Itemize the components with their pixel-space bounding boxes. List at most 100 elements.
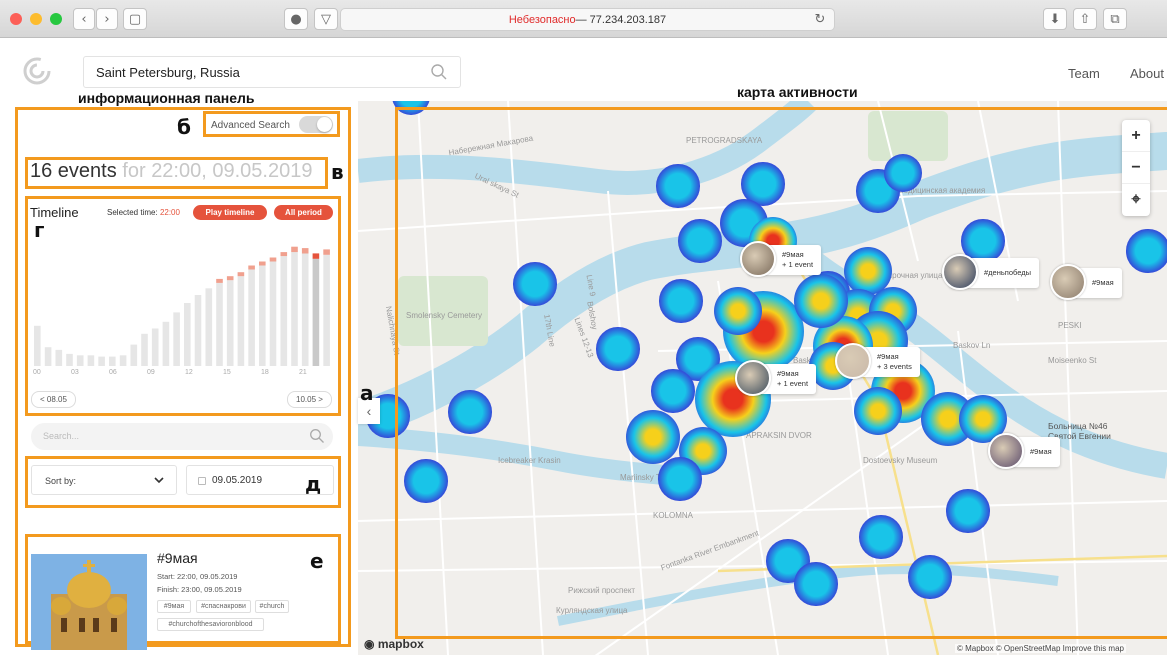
play-timeline-button[interactable]: Play timeline <box>193 205 267 220</box>
timeline-bar[interactable] <box>173 312 180 366</box>
reload-icon[interactable]: ↻ <box>810 8 830 30</box>
timeline-bar[interactable] <box>34 325 41 366</box>
annotation-d: д <box>305 472 322 496</box>
date-checkbox[interactable] <box>198 477 206 485</box>
insecure-warning: Небезопасно <box>508 13 576 26</box>
city-search-value: Saint Petersburg, Russia <box>96 65 240 80</box>
event-tag-chip[interactable]: #9мая <box>157 600 191 613</box>
timeline-bar[interactable] <box>184 303 191 366</box>
timeline-bar-highlight <box>301 248 309 254</box>
timeline-bar[interactable] <box>248 269 255 367</box>
timeline-bar[interactable] <box>109 356 116 366</box>
event-thumbnail[interactable] <box>31 554 147 650</box>
timeline-bar[interactable] <box>151 328 159 367</box>
download-icon[interactable]: ⬇ <box>1043 8 1067 30</box>
timeline-bar[interactable] <box>237 276 245 366</box>
share-icon[interactable]: ⇧ <box>1073 8 1097 30</box>
annotation-b: б <box>177 115 191 139</box>
timeline-bar[interactable] <box>216 282 223 366</box>
timeline-hour-label: 00 <box>33 369 41 376</box>
prev-day-button[interactable]: < 08.05 <box>31 391 76 408</box>
minimize-window-icon[interactable] <box>30 13 42 25</box>
timeline-bar[interactable] <box>44 347 52 366</box>
next-day-button[interactable]: 10.05 > <box>287 391 332 408</box>
timeline-bar[interactable] <box>194 295 202 366</box>
zoom-controls: + − ⌖ <box>1122 120 1150 216</box>
city-search-input[interactable]: Saint Petersburg, Russia <box>83 56 461 88</box>
timeline-bar[interactable] <box>98 356 105 366</box>
mapbox-logo[interactable]: ◉ mapbox <box>364 637 424 651</box>
events-time: for 22:00, 09.05.2019 <box>116 160 313 182</box>
locate-icon[interactable]: ⌖ <box>1122 184 1150 216</box>
timeline-bar[interactable] <box>162 321 170 366</box>
browser-toolbar: ‹ › ▢ ● ▽ Небезопасно — 77.234.203.187 ↻… <box>0 0 1167 38</box>
timeline-bar[interactable] <box>119 355 127 366</box>
timeline-bar[interactable] <box>130 344 138 366</box>
timeline-bar-highlight <box>216 278 223 283</box>
timeline-hour-label: 21 <box>299 369 307 376</box>
app-logo-icon[interactable] <box>22 56 52 86</box>
all-period-button[interactable]: All period <box>274 205 333 220</box>
timeline-bar[interactable] <box>312 258 320 366</box>
timeline-bar-highlight <box>280 252 288 257</box>
timeline-bar-highlight <box>312 253 320 259</box>
search-icon[interactable] <box>309 428 325 444</box>
advanced-search-label: Advanced Search <box>211 120 290 131</box>
shield-icon[interactable]: ▽ <box>314 8 338 30</box>
chevron-down-icon <box>154 477 164 484</box>
event-search-input[interactable]: Search... <box>31 423 333 450</box>
timeline-bar[interactable] <box>76 355 84 366</box>
annotation-a: а <box>360 381 374 405</box>
timeline-bar[interactable] <box>323 254 330 366</box>
selected-time: Selected time: 22:00 <box>107 208 180 217</box>
selected-time-label: Selected time: <box>107 208 158 217</box>
timeline-bar[interactable] <box>280 256 288 366</box>
panel-annotation-title: информационная панель <box>78 90 255 106</box>
timeline-hour-label: 09 <box>147 369 155 376</box>
nav-about-link[interactable]: About <box>1130 66 1164 81</box>
zoom-out-button[interactable]: − <box>1122 152 1150 184</box>
event-start: Start: 22:00, 09.05.2019 <box>157 572 238 581</box>
timeline-bar[interactable] <box>66 353 73 366</box>
nav-team-link[interactable]: Team <box>1068 66 1100 81</box>
date-value: 09.05.2019 <box>212 475 263 486</box>
event-card-title[interactable]: #9мая <box>157 550 198 566</box>
timeline-bar[interactable] <box>87 355 95 366</box>
maximize-window-icon[interactable] <box>50 13 62 25</box>
timeline-bar[interactable] <box>226 280 234 366</box>
back-button[interactable]: ‹ <box>73 8 95 30</box>
close-window-icon[interactable] <box>10 13 22 25</box>
events-count: 16 events <box>30 160 117 182</box>
timeline-bar-highlight <box>259 261 266 266</box>
timeline-bar[interactable] <box>301 253 309 366</box>
search-icon[interactable] <box>430 63 448 81</box>
address-bar[interactable]: Небезопасно — 77.234.203.187 <box>340 8 835 31</box>
timeline-hour-label: 03 <box>71 369 79 376</box>
timeline-bar[interactable] <box>55 349 63 366</box>
timeline-bar-highlight <box>323 249 330 255</box>
timeline-chart[interactable] <box>32 232 332 366</box>
forward-button[interactable]: › <box>96 8 118 30</box>
extension-icon[interactable]: ● <box>284 8 308 30</box>
map-annotation-title: карта активности <box>737 84 858 100</box>
advanced-search-toggle[interactable] <box>299 116 333 133</box>
timeline-bar[interactable] <box>291 252 298 366</box>
event-tag-chip[interactable]: #спаснакрови <box>196 600 251 613</box>
sidebar-toggle-icon[interactable]: ▢ <box>123 8 147 30</box>
timeline-bar-highlight <box>269 257 277 262</box>
timeline-bar[interactable] <box>269 261 277 367</box>
tabs-icon[interactable]: ⧉ <box>1103 8 1127 30</box>
sort-select[interactable]: Sort by: <box>31 465 177 495</box>
timeline-bar-highlight <box>291 246 298 253</box>
map-attribution[interactable]: © Mapbox © OpenStreetMap Improve this ma… <box>955 644 1126 653</box>
zoom-in-button[interactable]: + <box>1122 120 1150 152</box>
timeline-bar[interactable] <box>141 333 148 366</box>
timeline-bar[interactable] <box>259 265 266 367</box>
event-finish: Finish: 23:00, 09.05.2019 <box>157 585 242 594</box>
sort-label: Sort by: <box>45 476 77 486</box>
annotation-e: е <box>310 549 324 573</box>
event-tag-chip[interactable]: #churchofthesavioronblood <box>157 618 264 631</box>
timeline-hour-label: 12 <box>185 369 193 376</box>
event-tag-chip[interactable]: #church <box>255 600 289 613</box>
timeline-bar[interactable] <box>205 288 213 366</box>
